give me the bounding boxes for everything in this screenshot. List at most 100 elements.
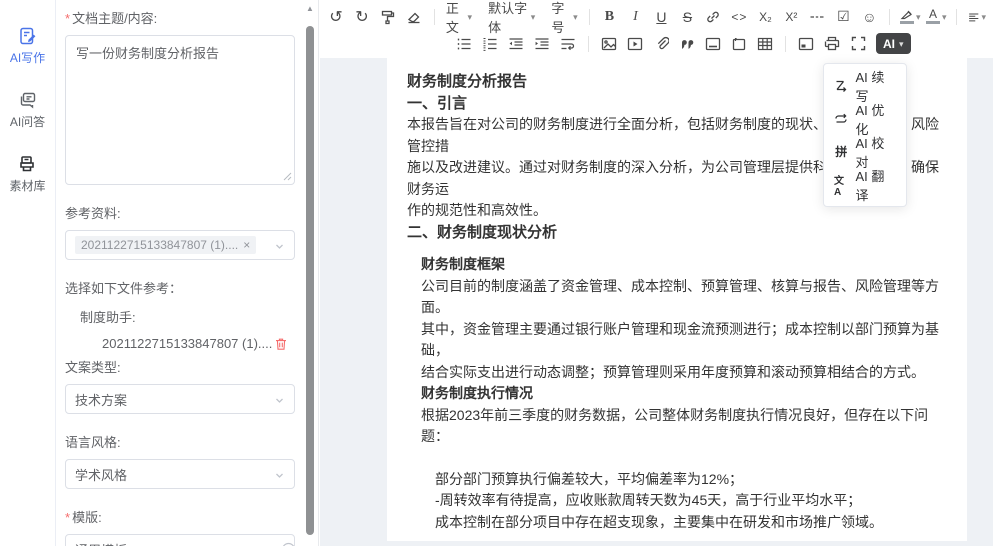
sidebar-item-ai-writing[interactable]: AI写作	[10, 26, 45, 66]
menu-item-ai-continue[interactable]: AI 续写	[824, 69, 906, 102]
menu-item-label: AI 翻译	[856, 166, 897, 204]
file-row: 2021122715133847807 (1)....	[102, 336, 295, 351]
scroll-up-icon[interactable]: ▲	[303, 4, 317, 13]
menu-item-ai-translate[interactable]: 文A AI 翻译	[824, 168, 906, 201]
sidebar-item-label: 素材库	[9, 177, 45, 194]
line-break-button[interactable]	[556, 32, 580, 56]
emoji-button[interactable]: ☺	[857, 5, 881, 29]
chevron-down-icon	[274, 470, 285, 481]
bullet-list-button[interactable]	[452, 32, 476, 56]
toolbar-divider	[434, 9, 435, 25]
template-label: *模版:	[65, 507, 295, 526]
caret-down-icon: ▾	[982, 12, 987, 23]
language-style-value: 学术风格	[75, 465, 127, 484]
bold-button[interactable]: B	[597, 5, 621, 29]
chevron-down-icon	[274, 241, 285, 252]
format-painter-button[interactable]	[376, 5, 400, 29]
redo-button[interactable]: ↻	[350, 5, 374, 29]
sidebar-item-material-library[interactable]: 素材库	[9, 154, 45, 194]
print-button[interactable]	[820, 32, 844, 56]
doc-heading-2: 二、财务制度现状分析	[407, 222, 947, 244]
insert-video-button[interactable]	[623, 32, 647, 56]
fullscreen-button[interactable]	[846, 32, 870, 56]
insert-image-button[interactable]	[597, 32, 621, 56]
reference-tag: 2021122715133847807 (1)....×	[75, 236, 256, 254]
menu-item-ai-optimize[interactable]: AI 优化	[824, 102, 906, 135]
sidebar-item-label: AI写作	[10, 49, 45, 66]
doc-type-label: 文案类型:	[65, 357, 295, 376]
divider-button[interactable]	[701, 32, 725, 56]
preview-button[interactable]	[794, 32, 818, 56]
template-value: 通用模板	[75, 540, 127, 546]
sidebar-item-ai-qa[interactable]: AI问答	[10, 90, 45, 130]
horizontal-rule-button[interactable]	[805, 5, 829, 29]
form-scrollbar[interactable]: ▲	[303, 0, 317, 546]
caret-down-icon: ▾	[468, 12, 473, 23]
clear-format-button[interactable]	[402, 5, 426, 29]
language-style-label: 语言风格:	[65, 432, 295, 451]
editor-area: ↺ ↻ 正文▾ 默认字体▾ 字号▾ B	[320, 0, 993, 546]
file-group-name: 制度助手:	[80, 307, 295, 326]
blockquote-button[interactable]	[675, 32, 699, 56]
toolbar-row-2: AI▾	[324, 30, 989, 57]
library-icon	[17, 154, 37, 174]
topic-input[interactable]: 写一份财务制度分析报告	[65, 35, 295, 185]
ordered-list-button[interactable]	[478, 32, 502, 56]
toolbar-divider	[956, 9, 957, 25]
menu-item-ai-proofread[interactable]: 拼 AI 校对	[824, 135, 906, 168]
check-circle-icon[interactable]	[281, 542, 296, 546]
doc-type-select[interactable]: 技术方案	[65, 384, 295, 414]
left-nav-rail: AI写作 AI问答 素材库	[0, 0, 56, 546]
ai-writing-icon	[18, 26, 38, 46]
font-family-select[interactable]: 默认字体▾	[485, 5, 538, 29]
caret-down-icon: ▾	[531, 12, 536, 23]
ai-proofread-icon: 拼	[834, 143, 849, 160]
insert-table-button[interactable]	[753, 32, 777, 56]
chat-bubbles-icon	[18, 90, 38, 110]
reference-select[interactable]: 2021122715133847807 (1)....×	[65, 230, 295, 260]
subscript-button[interactable]: X₂	[753, 5, 777, 29]
superscript-button[interactable]: X²	[779, 5, 803, 29]
outdent-button[interactable]	[504, 32, 528, 56]
chevron-down-icon	[274, 395, 285, 406]
ai-writing-form-panel: *文档主题/内容: 写一份财务制度分析报告 参考资料: 202112271513…	[56, 0, 319, 546]
sidebar-item-label: AI问答	[10, 113, 45, 130]
tag-remove-icon[interactable]: ×	[243, 238, 250, 252]
font-color-button[interactable]: A ▾	[924, 5, 948, 29]
underline-button[interactable]: U	[649, 5, 673, 29]
scrollbar-thumb[interactable]	[306, 26, 314, 535]
reference-label: 参考资料:	[65, 203, 295, 222]
undo-button[interactable]: ↺	[324, 5, 348, 29]
file-name: 2021122715133847807 (1)....	[102, 336, 272, 351]
code-block-button[interactable]	[727, 32, 751, 56]
link-button[interactable]	[701, 5, 725, 29]
topic-label: *文档主题/内容:	[65, 8, 295, 27]
ai-menu-button[interactable]: AI▾	[876, 33, 911, 54]
resize-handle-icon[interactable]	[283, 172, 292, 181]
language-style-select[interactable]: 学术风格	[65, 459, 295, 489]
italic-button[interactable]: I	[623, 5, 647, 29]
caret-down-icon: ▾	[916, 12, 921, 23]
caret-down-icon: ▾	[573, 12, 578, 23]
paragraph-style-select[interactable]: 正文▾	[443, 5, 475, 29]
editor-toolbar: ↺ ↻ 正文▾ 默认字体▾ 字号▾ B	[320, 0, 993, 60]
strikethrough-button[interactable]: S	[675, 5, 699, 29]
toolbar-divider	[785, 36, 786, 52]
file-section-label: 选择如下文件参考：	[65, 278, 295, 297]
align-button[interactable]: ▾	[965, 5, 989, 29]
doc-paragraph: 根据2023年前三季度的财务数据，公司整体财务制度执行情况良好，但存在以下问题：	[421, 405, 947, 448]
indent-button[interactable]	[530, 32, 554, 56]
doc-type-value: 技术方案	[75, 390, 127, 409]
font-size-select[interactable]: 字号▾	[548, 5, 580, 29]
highlight-pen-icon	[900, 9, 914, 24]
toolbar-divider	[588, 36, 589, 52]
doc-subheading: 财务制度执行情况	[421, 383, 947, 405]
highlight-color-button[interactable]: ▾	[898, 5, 922, 29]
template-select[interactable]: 通用模板	[65, 534, 295, 546]
font-color-icon: A	[926, 9, 940, 24]
delete-file-icon[interactable]	[274, 337, 288, 351]
required-asterisk: *	[65, 11, 70, 26]
attachment-button[interactable]	[649, 32, 673, 56]
inline-code-button[interactable]: <>	[727, 5, 751, 29]
task-list-button[interactable]: ☑	[831, 5, 855, 29]
